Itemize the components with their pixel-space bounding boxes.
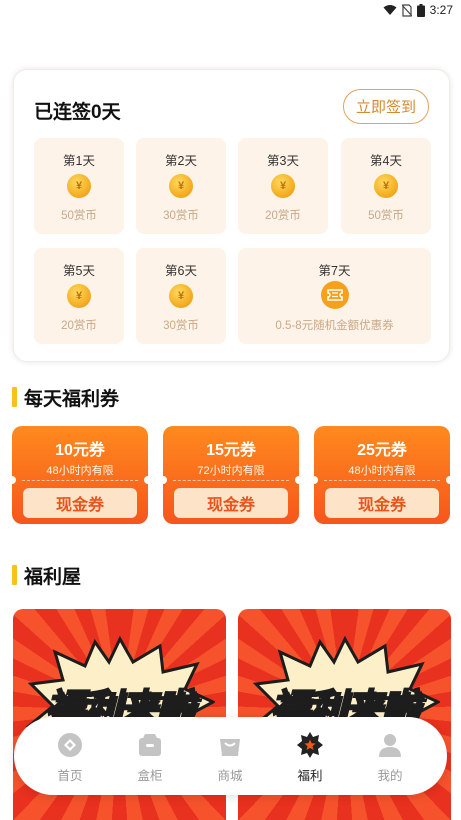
day-reward: 30赏币 <box>163 320 199 332</box>
cash-coupon-button[interactable]: 现金券 <box>23 488 137 518</box>
coin-icon: ¥ <box>67 174 91 198</box>
status-bar: 3:27 <box>0 0 461 22</box>
profile-icon <box>379 734 401 757</box>
coupon-divider <box>22 480 138 481</box>
signin-day-3: 第3天 ¥ 20赏币 <box>238 138 328 234</box>
daily-coupons-title: 每天福利券 <box>12 384 119 411</box>
day-reward: 0.5-8元随机金额优惠券 <box>275 320 394 332</box>
status-time: 3:27 <box>429 3 453 17</box>
tab-profile[interactable]: 我的 <box>350 717 430 795</box>
bottom-tab-bar: 首页 盒柜 商城 福利 我的 <box>14 717 447 795</box>
ticket-icon <box>320 281 349 309</box>
signin-day-7: 第7天 0.5-8元随机金额优惠券 <box>238 248 431 344</box>
coupon-notch <box>314 476 318 484</box>
coin-icon: ¥ <box>169 284 193 308</box>
wifi-icon <box>383 5 397 15</box>
tab-label: 我的 <box>377 769 403 783</box>
day-label: 第4天 <box>370 154 402 168</box>
coin-icon: ¥ <box>271 174 295 198</box>
coupon-divider <box>324 480 440 481</box>
status-indicators: 3:27 <box>383 3 453 17</box>
signin-day-6: 第6天 ¥ 30赏币 <box>136 248 226 344</box>
signin-day-5: 第5天 ¥ 20赏币 <box>34 248 124 344</box>
coupon-card[interactable]: 25元券 48小时内有限 现金券 <box>314 426 450 524</box>
coin-icon: ¥ <box>169 174 193 198</box>
cash-coupon-button[interactable]: 现金券 <box>325 488 439 518</box>
tab-label: 福利 <box>297 769 323 783</box>
coin-icon: ¥ <box>374 174 398 198</box>
tab-home[interactable]: 首页 <box>30 717 110 795</box>
day-reward: 30赏币 <box>163 210 199 222</box>
signin-day-1: 第1天 ¥ 50赏币 <box>34 138 124 234</box>
coupon-notch <box>446 476 450 484</box>
day-reward: 50赏币 <box>61 210 97 222</box>
tab-label: 商城 <box>217 769 243 783</box>
tab-label: 首页 <box>57 769 83 783</box>
day-label: 第6天 <box>165 264 197 278</box>
tab-label: 盒柜 <box>137 769 163 783</box>
shop-bag-icon <box>220 739 240 756</box>
day-label: 第3天 <box>267 154 299 168</box>
day-reward: 20赏币 <box>265 210 301 222</box>
welfare-house-title: 福利屋 <box>12 562 81 589</box>
day-reward: 50赏币 <box>368 210 404 222</box>
sign-in-button[interactable]: 立即签到 <box>343 89 429 124</box>
cash-coupon-button[interactable]: 现金券 <box>174 488 288 518</box>
coupon-card[interactable]: 10元券 48小时内有限 现金券 <box>12 426 148 524</box>
coupon-validity: 48小时内有限 <box>348 465 416 477</box>
day-reward: 20赏币 <box>61 320 97 332</box>
tab-box[interactable]: 盒柜 <box>110 717 190 795</box>
day-label: 第2天 <box>165 154 197 168</box>
coupon-notch <box>12 476 16 484</box>
day-label: 第7天 <box>318 264 351 278</box>
signin-streak-title: 已连签0天 <box>34 102 121 123</box>
day-label: 第1天 <box>63 154 95 168</box>
signin-card: 已连签0天 立即签到 第1天 ¥ 50赏币 第2天 ¥ 30赏币 第3天 ¥ 2… <box>13 69 450 362</box>
signin-day-2: 第2天 ¥ 30赏币 <box>136 138 226 234</box>
tab-welfare[interactable]: 福利 <box>270 717 350 795</box>
no-sim-icon <box>401 3 412 17</box>
coupon-amount: 10元券 <box>55 442 105 459</box>
coupon-notch <box>144 476 148 484</box>
coupon-validity: 72小时内有限 <box>197 465 265 477</box>
coupon-divider <box>173 480 289 481</box>
home-icon <box>58 733 82 757</box>
box-icon <box>139 734 161 756</box>
coupon-card[interactable]: 15元券 72小时内有限 现金券 <box>163 426 299 524</box>
coupon-notch <box>295 476 299 484</box>
tab-shop[interactable]: 商城 <box>190 717 270 795</box>
coin-icon: ¥ <box>67 284 91 308</box>
coupon-notch <box>163 476 167 484</box>
signin-day-4: 第4天 ¥ 50赏币 <box>341 138 431 234</box>
battery-icon <box>416 3 425 17</box>
welfare-star-icon <box>297 732 323 758</box>
day-label: 第5天 <box>63 264 95 278</box>
coupon-amount: 15元券 <box>206 442 256 459</box>
coupon-amount: 25元券 <box>357 442 407 459</box>
coupon-validity: 48小时内有限 <box>46 465 114 477</box>
